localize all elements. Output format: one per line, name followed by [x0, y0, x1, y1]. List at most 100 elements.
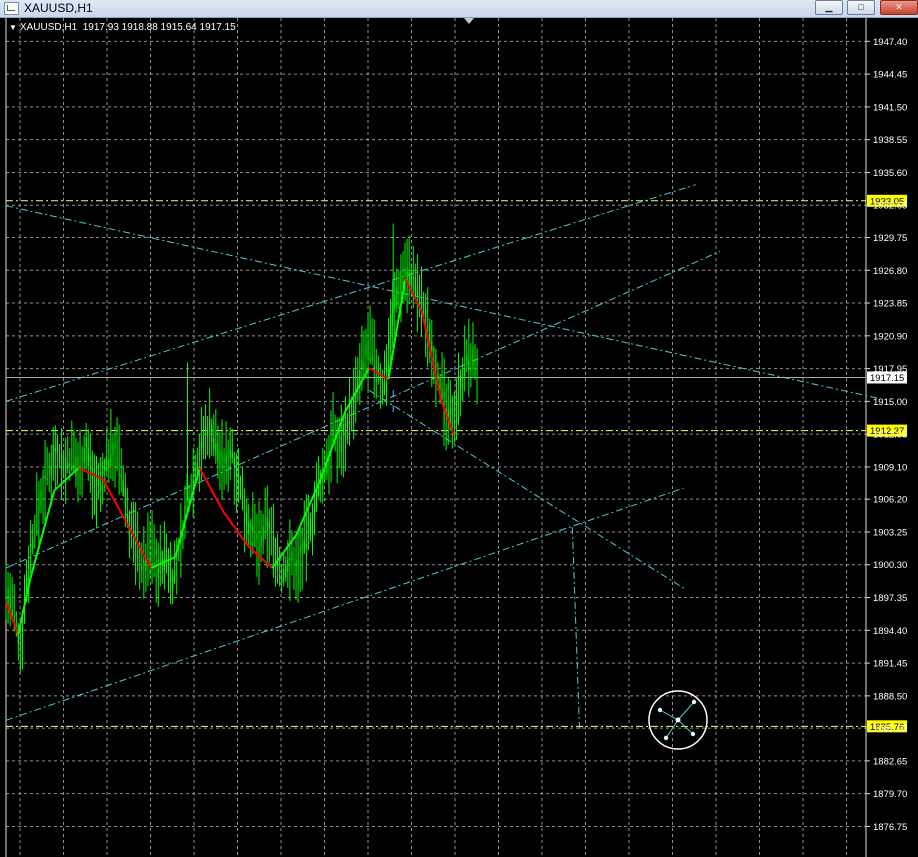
- candle-body: [106, 456, 108, 469]
- candle-body: [258, 550, 260, 553]
- candle-body: [398, 291, 400, 296]
- candle-body: [295, 560, 297, 575]
- candle-body: [266, 517, 268, 532]
- window-titlebar[interactable]: XAUUSD,H1 ▁ □ ✕: [0, 0, 918, 18]
- candle-body: [219, 449, 221, 467]
- axis-tick-label: 1885.60: [873, 724, 907, 735]
- candle-body: [361, 359, 363, 370]
- candle-body: [301, 544, 303, 546]
- candle-body: [425, 308, 427, 318]
- candle-body: [283, 569, 285, 582]
- candle-body: [71, 465, 73, 470]
- candle-body: [151, 547, 153, 549]
- candle-body: [169, 571, 172, 582]
- candle-body: [93, 471, 96, 475]
- chart-window: XAUUSD,H1 ▁ □ ✕ 1933.05 1912.37 1885.76 191…: [0, 0, 918, 857]
- axis-tick-label: 1947.40: [873, 37, 907, 48]
- candle-body: [52, 444, 54, 467]
- candle-body: [396, 286, 398, 306]
- candle-body: [28, 563, 30, 570]
- axis-tick-label: 1903.25: [873, 527, 907, 538]
- candle-body: [91, 466, 93, 478]
- chart-shift-marker[interactable]: [464, 18, 474, 24]
- axis-tick-label: 1888.50: [873, 691, 907, 702]
- chart-canvas[interactable]: 1933.051912.371885.761917.15 1947.40 1944…: [0, 18, 918, 857]
- candle-body: [404, 268, 406, 277]
- candle-body: [371, 356, 373, 361]
- minimize-button[interactable]: ▁: [815, 0, 843, 15]
- candle-body: [350, 405, 353, 407]
- axis-tick-label: 1920.90: [873, 331, 907, 342]
- candle-body: [464, 369, 466, 377]
- close-button[interactable]: ✕: [880, 0, 918, 15]
- candle-body: [268, 521, 270, 529]
- candle-body: [174, 576, 176, 582]
- candles-layer: [5, 223, 478, 674]
- candle-body: [196, 462, 198, 471]
- candle-body: [227, 452, 229, 454]
- candle-body: [453, 400, 456, 402]
- fibonacci-anchor-icon[interactable]: [648, 690, 708, 750]
- tool-spoke: [659, 709, 679, 721]
- candle-body: [46, 478, 48, 480]
- price-chart[interactable]: 1933.05 1912.37 1885.76 1917.15 1947.40 1944…: [0, 18, 918, 857]
- candle-body: [313, 502, 316, 517]
- candle-body: [81, 467, 83, 469]
- candle-body: [159, 571, 161, 573]
- axis-tick-label: 1879.70: [873, 789, 907, 800]
- candle-body: [215, 443, 217, 456]
- candle-body: [338, 437, 340, 439]
- candle-body: [474, 359, 476, 376]
- maximize-button[interactable]: □: [847, 0, 875, 15]
- candle-body: [194, 470, 196, 476]
- chart-app-icon: [4, 2, 19, 15]
- candle-body: [200, 441, 203, 452]
- price-axis: 1947.40 1944.45 1941.50 1938.55 1935.60 1932.…: [866, 37, 907, 833]
- candle-body: [336, 449, 338, 451]
- chart-grid: [5, 18, 867, 857]
- candle-body: [126, 513, 128, 523]
- candle-body: [67, 462, 69, 468]
- axis-tick-label: 1944.45: [873, 70, 907, 81]
- axis-tick-label: 1912.05: [873, 430, 907, 441]
- candle-body: [244, 519, 246, 521]
- candle-body: [60, 452, 63, 467]
- candle-body: [274, 537, 277, 560]
- horizontal-levels-layer: 1933.051912.371885.761917.15: [6, 194, 907, 733]
- candle-body: [237, 471, 240, 490]
- candle-body: [367, 340, 369, 361]
- candle-body: [65, 457, 67, 475]
- axis-tick-label: 1900.30: [873, 560, 907, 571]
- candle-body: [157, 568, 159, 578]
- candle-body: [311, 508, 314, 510]
- candle-body: [239, 480, 242, 484]
- candle-body: [293, 573, 295, 575]
- candle-body: [342, 424, 344, 433]
- candle-body: [143, 560, 145, 563]
- candle-body: [270, 528, 272, 530]
- candle-body: [38, 507, 40, 509]
- candle-body: [262, 526, 264, 542]
- candle-body: [30, 543, 32, 547]
- candle-body: [305, 543, 307, 549]
- candle-body: [408, 271, 410, 286]
- axis-tick-label: 1932.65: [873, 201, 907, 212]
- trendlines-layer: [5, 184, 878, 730]
- tool-center: [675, 717, 681, 723]
- axis-tick-label: 1941.50: [873, 102, 907, 113]
- candle-body: [211, 424, 213, 442]
- candle-body: [209, 419, 211, 433]
- candle-body: [248, 522, 250, 533]
- tool-spoke: [677, 701, 695, 721]
- candle-body: [229, 449, 231, 459]
- axis-tick-label: 1909.10: [873, 462, 907, 473]
- candle-body: [58, 448, 61, 450]
- candle-body: [344, 422, 347, 437]
- candle-body: [114, 443, 116, 449]
- candle-body: [231, 450, 233, 458]
- triangle-down-icon[interactable]: ▼: [9, 23, 17, 32]
- candle-body: [340, 436, 342, 452]
- candle-body: [85, 437, 87, 447]
- candle-body: [416, 286, 418, 297]
- candle-body: [363, 362, 365, 370]
